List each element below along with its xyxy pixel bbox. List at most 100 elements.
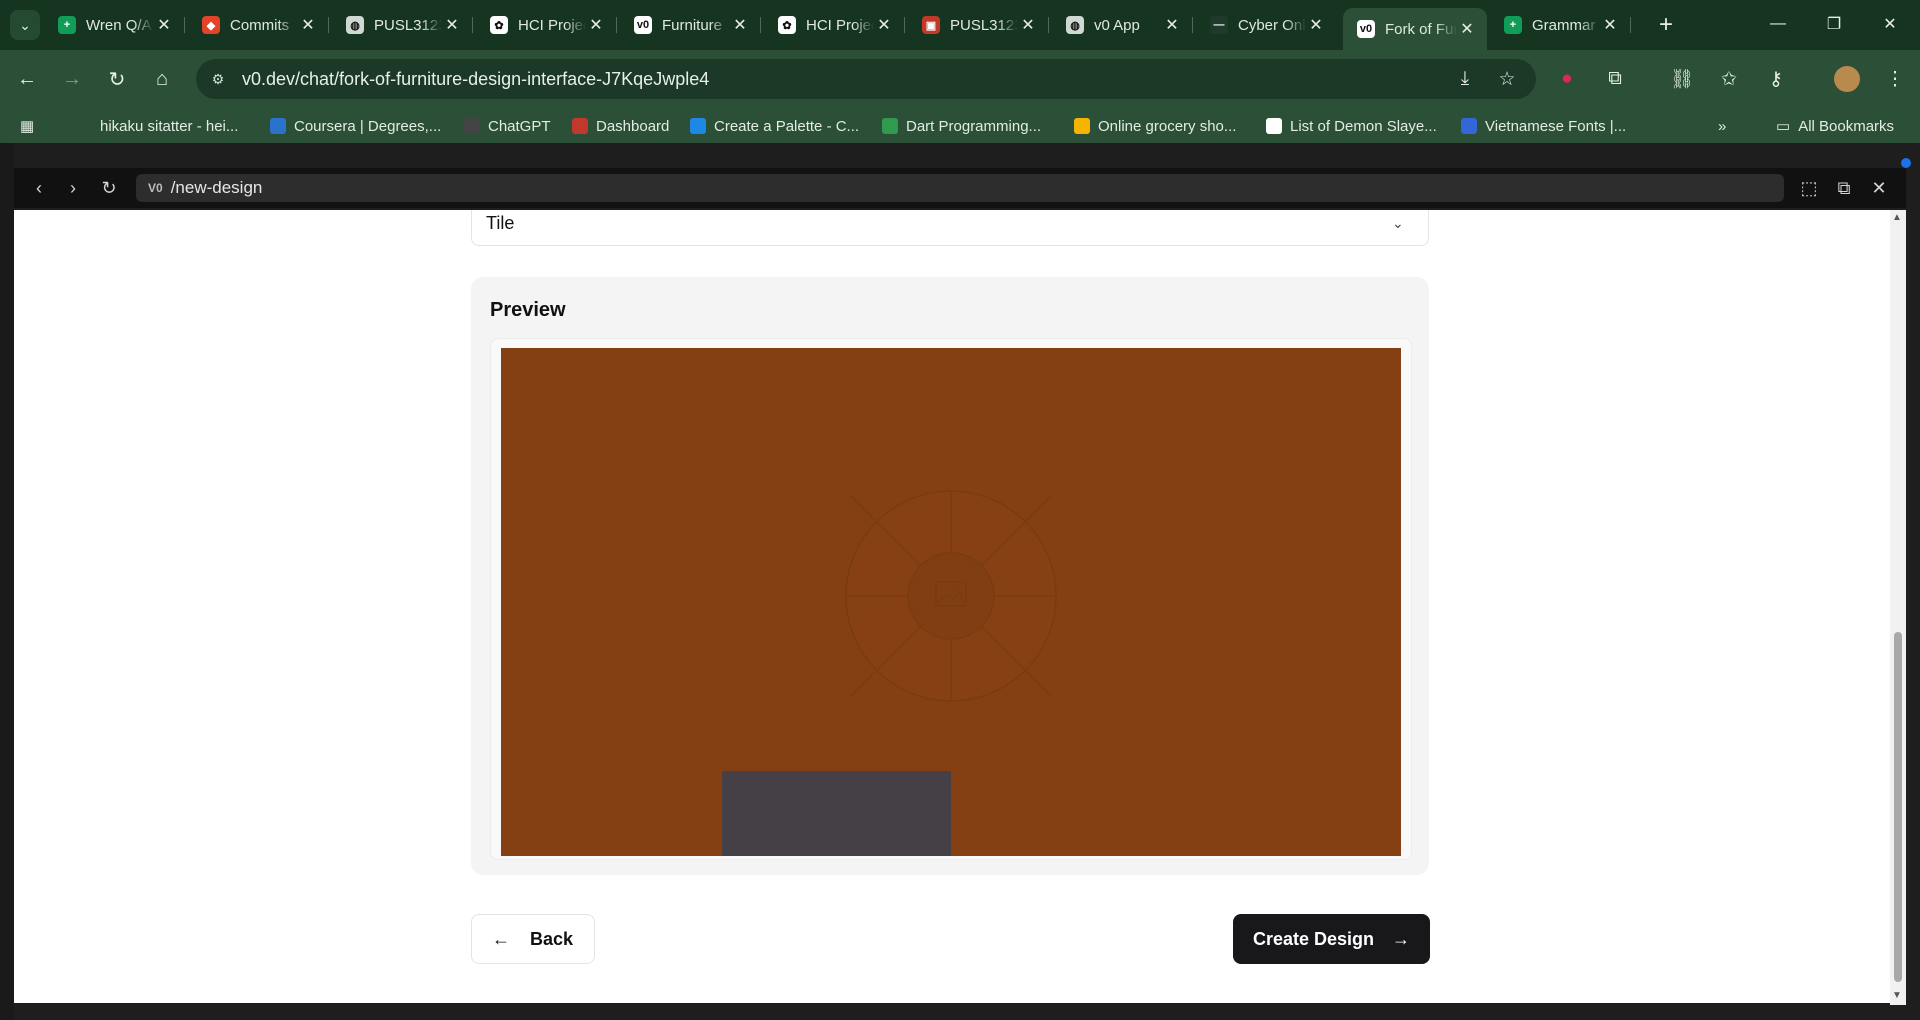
extension-red-icon[interactable]: ● — [1550, 62, 1584, 96]
tab[interactable]: + Wren Q/A ✕ — [44, 8, 185, 42]
tab-title: PUSL3123 — [374, 16, 442, 34]
site-info-icon[interactable]: ⚙ — [204, 65, 232, 93]
inner-path-bar[interactable]: V0 /new-design — [136, 174, 1784, 202]
v0-icon: v0 — [1357, 20, 1375, 38]
tab[interactable]: — Cyber Online✕ — [1196, 8, 1336, 42]
v0-icon: v0 — [634, 16, 652, 34]
browser-toolbar: ← → ↻ ⌂ ⚙ v0.dev/chat/fork-of-furniture-… — [0, 50, 1920, 107]
scroll-thumb[interactable] — [1894, 632, 1902, 982]
inner-back-button[interactable]: ‹ — [24, 173, 54, 203]
bookmark-label: Coursera | Degrees,... — [294, 117, 442, 135]
bookmark-item[interactable]: Coursera | Degrees,... — [270, 115, 441, 137]
more-bookmarks-icon[interactable]: » — [1718, 115, 1726, 137]
close-tab-icon[interactable]: ✕ — [730, 15, 750, 35]
chatgpt-icon: ✿ — [490, 16, 508, 34]
sheets-icon: + — [1504, 16, 1522, 34]
create-design-button[interactable]: Create Design → — [1233, 914, 1430, 964]
bookmark-item[interactable]: Create a Palette - C... — [690, 115, 859, 137]
select-element-icon[interactable]: ⬚ — [1794, 173, 1824, 203]
restore-button[interactable]: ❐ — [1806, 0, 1862, 48]
wikipedia-icon — [1266, 118, 1282, 134]
tab[interactable]: v0 Furniture ✕ — [620, 8, 761, 42]
bookmark-item[interactable]: Dart Programming... — [882, 115, 1041, 137]
tab-separator — [1630, 17, 1631, 33]
close-tab-icon[interactable]: ✕ — [1457, 19, 1477, 39]
close-tab-icon[interactable]: ✕ — [586, 15, 606, 35]
chevron-right-icon: › — [70, 177, 76, 198]
tab-separator — [184, 17, 185, 33]
bookmark-item[interactable]: ChatGPT — [464, 115, 551, 137]
bookmark-item[interactable]: Vietnamese Fonts |... — [1461, 115, 1626, 137]
new-tab-button[interactable]: + — [1651, 10, 1681, 40]
pattern-select[interactable]: Tile ⌄ — [471, 210, 1429, 246]
globe-icon: ◍ — [346, 16, 364, 34]
furniture-item[interactable] — [722, 771, 951, 856]
close-preview-icon[interactable]: ✕ — [1864, 173, 1894, 203]
tab-title: v0 App — [1094, 16, 1140, 34]
bookmark-item[interactable]: Dashboard — [572, 115, 669, 137]
preview-canvas[interactable] — [501, 348, 1401, 856]
close-tab-icon[interactable]: ✕ — [298, 15, 318, 35]
inner-reload-button[interactable]: ↻ — [94, 173, 124, 203]
bookmark-label: Create a Palette - C... — [714, 117, 860, 135]
close-tab-icon[interactable]: ✕ — [1018, 15, 1038, 35]
tab-separator — [616, 17, 617, 33]
back-nav-button[interactable]: ← — [10, 62, 44, 96]
close-window-button[interactable]: ✕ — [1862, 0, 1918, 48]
forward-nav-button[interactable]: → — [55, 62, 89, 96]
tab[interactable]: ◍ PUSL3123 ✕ — [332, 8, 473, 42]
tab[interactable]: ▣ PUSL3123 ✕ — [908, 8, 1049, 42]
tab-title: Grammar — [1532, 16, 1596, 34]
tab[interactable]: v0 Fork of Furniture✕ — [1343, 8, 1487, 50]
reload-button[interactable]: ↻ — [100, 62, 134, 96]
link-icon[interactable]: ⛓ — [1665, 62, 1699, 96]
inner-forward-button[interactable]: › — [58, 173, 88, 203]
tab[interactable]: ◆ Commits ✕ — [188, 8, 329, 42]
notification-dot — [1901, 158, 1911, 168]
close-tab-icon[interactable]: ✕ — [874, 15, 894, 35]
tab-strip: ⌄ + Wren Q/A ✕ ◆ Commits ✕ ◍ PUSL3123 ✕ ✿ HCI Proj… — [0, 0, 1920, 50]
globe-icon: ◍ — [1066, 16, 1084, 34]
address-bar[interactable]: ⚙ v0.dev/chat/fork-of-furniture-design-i… — [196, 59, 1536, 99]
tab[interactable]: ◍ v0 App ✕ — [1052, 8, 1193, 42]
scroll-down-icon[interactable]: ▼ — [1892, 990, 1902, 1001]
arrow-right-icon: → — [62, 67, 82, 90]
bookmark-item[interactable]: hikaku sitatter - hei... — [76, 115, 238, 137]
open-external-icon[interactable]: ⧉ — [1829, 173, 1859, 203]
reading-list-icon[interactable]: ✩ — [1712, 62, 1746, 96]
bookmark-label: Dart Programming... — [906, 117, 1042, 135]
menu-icon[interactable]: ⋮ — [1878, 62, 1912, 96]
close-tab-icon[interactable]: ✕ — [442, 15, 462, 35]
home-button[interactable]: ⌂ — [145, 62, 179, 96]
bookmark-item[interactable]: Online grocery sho... — [1074, 115, 1236, 137]
tab[interactable]: ✿ HCI Project✕ — [764, 8, 905, 42]
close-tab-icon[interactable]: ✕ — [1162, 15, 1182, 35]
password-icon[interactable]: ⚷ — [1759, 62, 1793, 96]
coolors-icon — [690, 118, 706, 134]
profile-avatar[interactable] — [1830, 62, 1864, 96]
close-tab-icon[interactable]: ✕ — [1600, 15, 1620, 35]
all-bookmarks-button[interactable]: ▭ All Bookmarks — [1776, 115, 1894, 137]
extensions-icon[interactable]: ⧉ — [1598, 62, 1632, 96]
apps-icon[interactable]: ▦ — [20, 115, 34, 137]
v0-icon: V0 — [148, 181, 163, 195]
star-icon[interactable]: ☆ — [1490, 62, 1524, 96]
close-tab-icon[interactable]: ✕ — [154, 15, 174, 35]
close-tab-icon[interactable]: ✕ — [1306, 15, 1326, 35]
tab[interactable]: ✿ HCI Project✕ — [476, 8, 617, 42]
tab-search-button[interactable]: ⌄ — [10, 10, 40, 40]
back-button[interactable]: ← Back — [471, 914, 595, 964]
tab-separator — [328, 17, 329, 33]
tab[interactable]: + Grammar ✕ — [1490, 8, 1631, 42]
tab-separator — [1048, 17, 1049, 33]
tab-title: Furniture — [662, 16, 723, 34]
arrow-left-icon: ← — [492, 928, 510, 949]
page-scrollbar[interactable]: ▲ ▼ — [1890, 210, 1906, 1005]
install-app-icon[interactable]: ⤓ — [1448, 62, 1482, 96]
pattern-select-value: Tile — [486, 212, 515, 233]
tab-title: HCI Project — [806, 16, 874, 34]
bookmark-item[interactable]: List of Demon Slaye... — [1266, 115, 1437, 137]
minimize-button[interactable]: — — [1750, 0, 1806, 48]
address-url: v0.dev/chat/fork-of-furniture-design-int… — [242, 68, 710, 89]
scroll-up-icon[interactable]: ▲ — [1892, 212, 1902, 223]
